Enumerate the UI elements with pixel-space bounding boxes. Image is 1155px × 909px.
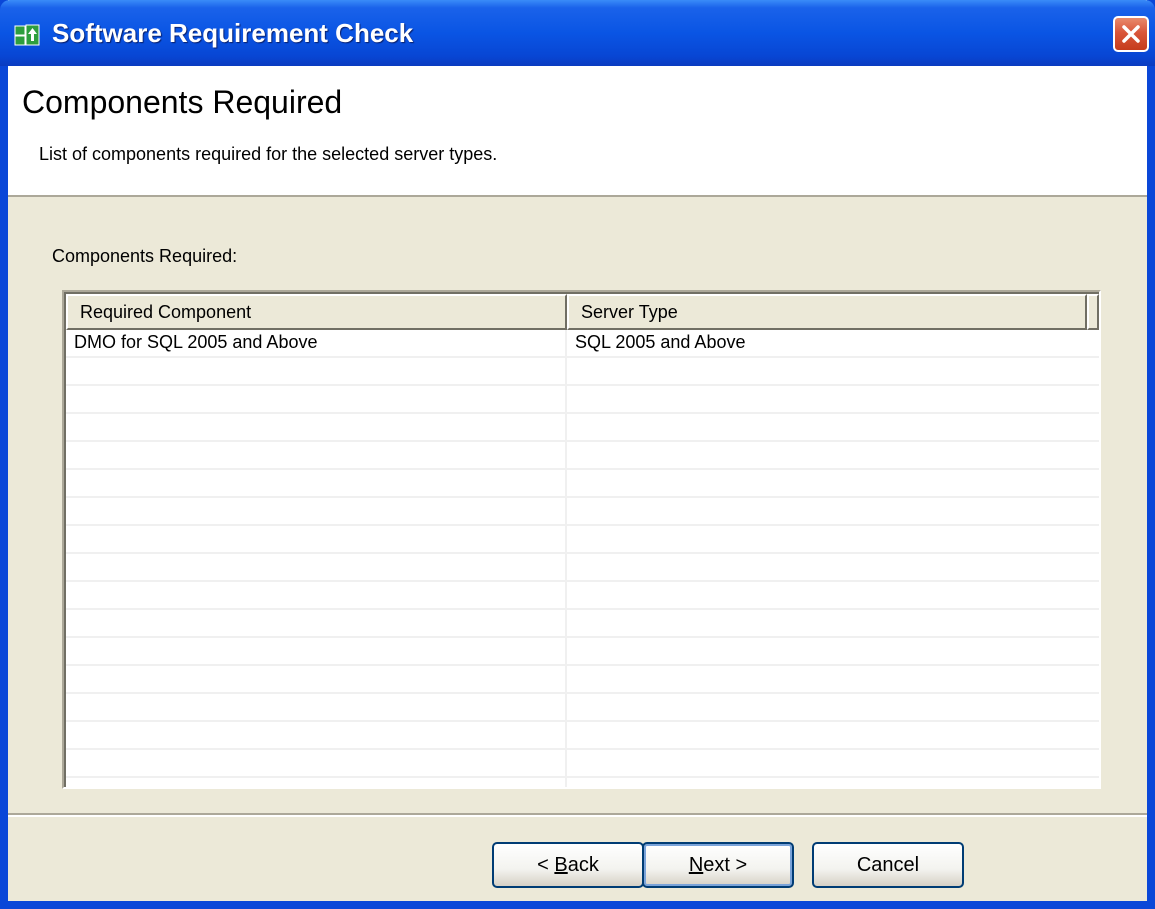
cell-server-type: SQL 2005 and Above <box>575 332 746 352</box>
dialog-window: Software Requirement Check Components Re… <box>0 0 1155 909</box>
column-header-filler <box>1087 294 1099 330</box>
next-rest: ext > <box>703 854 748 876</box>
close-button[interactable] <box>1113 16 1149 52</box>
empty-row <box>66 414 1099 442</box>
empty-row <box>66 638 1099 666</box>
footer-separator <box>8 813 1147 817</box>
next-button[interactable]: Next > <box>642 842 794 888</box>
page-title: Components Required <box>22 84 343 120</box>
empty-row <box>66 470 1099 498</box>
back-prefix: < <box>537 854 555 876</box>
back-rest: ack <box>567 854 599 876</box>
cancel-button[interactable]: Cancel <box>812 842 964 888</box>
column-header-server-type[interactable]: Server Type <box>567 294 1087 330</box>
back-mnemonic: B <box>554 854 568 876</box>
empty-row <box>66 526 1099 554</box>
empty-row <box>66 722 1099 750</box>
empty-row <box>66 386 1099 414</box>
next-mnemonic: N <box>688 854 704 876</box>
empty-row <box>66 610 1099 638</box>
window-title: Software Requirement Check <box>52 18 414 48</box>
cell-required-component: DMO for SQL 2005 and Above <box>74 332 318 352</box>
software-update-icon <box>14 23 40 47</box>
close-icon <box>1122 25 1140 43</box>
listview-rows: DMO for SQL 2005 and Above SQL 2005 and … <box>66 330 1099 778</box>
empty-row <box>66 582 1099 610</box>
empty-row <box>66 498 1099 526</box>
column-header-required-component[interactable]: Required Component <box>66 294 567 330</box>
page-subtitle: List of components required for the sele… <box>39 144 498 164</box>
empty-row <box>66 554 1099 582</box>
wizard-header: Components Required List of components r… <box>8 66 1147 197</box>
empty-row <box>66 750 1099 778</box>
empty-row <box>66 694 1099 722</box>
components-list-label: Components Required: <box>52 246 238 266</box>
listview-frame: Required Component Server Type DMO for S… <box>64 292 1099 787</box>
title-bar[interactable]: Software Requirement Check <box>0 0 1155 66</box>
empty-row <box>66 666 1099 694</box>
empty-row <box>66 442 1099 470</box>
listview-header: Required Component Server Type <box>66 294 1099 330</box>
table-row[interactable]: DMO for SQL 2005 and Above SQL 2005 and … <box>66 330 1099 358</box>
empty-row <box>66 358 1099 386</box>
components-listview[interactable]: Required Component Server Type DMO for S… <box>62 290 1101 789</box>
back-button[interactable]: < Back <box>492 842 644 888</box>
